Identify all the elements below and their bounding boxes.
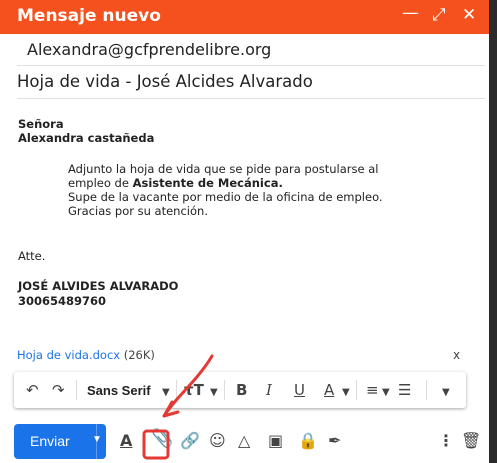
body-line-3: Supe de la vacante por medio de la ofici… bbox=[68, 190, 383, 204]
signature-phone: 30065489760 bbox=[18, 294, 107, 308]
chevron-down-icon[interactable]: ▼ bbox=[342, 384, 350, 402]
attachment-size: (26K) bbox=[123, 348, 155, 362]
compose-window: Mensaje nuevo — ⤢ ✕ Alexandra@gcfprendel… bbox=[0, 0, 489, 463]
attachment-chip[interactable]: Hoja de vida.docx (26K) bbox=[17, 348, 155, 362]
signature-icon[interactable]: ✒ bbox=[328, 432, 341, 450]
chevron-down-icon[interactable]: ▼ bbox=[162, 384, 170, 402]
chevron-down-icon[interactable]: ▼ bbox=[210, 384, 218, 402]
paperclip-icon[interactable]: 📎 bbox=[151, 430, 173, 448]
formatting-toolbar: ↶ ↷ Sans Serif ▼ τT ▼ B I U A ▼ ≡ ▼ ☰ ▼ bbox=[14, 372, 466, 408]
body-line-2-text: empleo de bbox=[68, 176, 133, 190]
emoji-icon[interactable]: ☺ bbox=[209, 432, 226, 450]
trash-icon[interactable]: 🗑 bbox=[461, 432, 481, 450]
expand-icon[interactable]: ⤢ bbox=[432, 5, 446, 25]
italic-icon[interactable]: I bbox=[266, 381, 272, 399]
toolbar-divider bbox=[76, 380, 77, 400]
minimize-icon[interactable]: — bbox=[402, 3, 419, 23]
toolbar-divider bbox=[224, 380, 225, 400]
scrollbar[interactable] bbox=[489, 0, 497, 463]
salutation-name: Alexandra castañeda bbox=[18, 131, 155, 145]
subject-field[interactable]: Hoja de vida - José Alcides Alvarado bbox=[17, 69, 485, 99]
chevron-down-icon[interactable]: ▼ bbox=[382, 384, 390, 402]
link-icon[interactable]: 🔗 bbox=[180, 432, 200, 450]
text-color-icon[interactable]: A bbox=[324, 381, 334, 399]
closing: Atte. bbox=[18, 249, 46, 263]
more-formatting-icon[interactable]: ▼ bbox=[442, 384, 450, 402]
more-options-icon[interactable]: ⋮ bbox=[438, 432, 454, 450]
toolbar-divider bbox=[176, 380, 177, 400]
body-line-1: Adjunto la hoja de vida que se pide para… bbox=[68, 162, 379, 176]
toolbar-divider bbox=[356, 380, 357, 400]
redo-icon[interactable]: ↷ bbox=[52, 381, 65, 399]
compose-bottom-bar: Enviar ▼ A 📎 🔗 ☺ △ ▣ 🔒 ✒ ⋮ 🗑 bbox=[0, 420, 489, 463]
font-size-icon[interactable]: τT bbox=[184, 381, 204, 399]
photo-icon[interactable]: ▣ bbox=[268, 432, 283, 450]
to-field[interactable]: Alexandra@gcfprendelibre.org bbox=[17, 40, 485, 66]
attachment-name[interactable]: Hoja de vida.docx bbox=[17, 348, 120, 362]
underline-icon[interactable]: U bbox=[294, 381, 305, 399]
compose-title: Mensaje nuevo bbox=[17, 6, 161, 26]
drive-icon[interactable]: △ bbox=[238, 432, 250, 450]
signature-name: JOSÉ ALVIDES ALVARADO bbox=[18, 279, 179, 293]
formatting-options-icon[interactable]: A bbox=[120, 432, 132, 450]
send-options-chevron-icon[interactable]: ▼ bbox=[92, 434, 102, 445]
body-line-2: empleo de Asistente de Mecánica. bbox=[68, 176, 283, 190]
toolbar-divider bbox=[426, 380, 427, 400]
send-label: Enviar bbox=[30, 433, 70, 449]
remove-attachment-button[interactable]: x bbox=[453, 348, 460, 362]
font-family-select[interactable]: Sans Serif bbox=[87, 383, 151, 398]
undo-icon[interactable]: ↶ bbox=[26, 381, 39, 399]
body-line-4: Gracias por su atención. bbox=[68, 204, 208, 218]
job-title-bold: Asistente de Mecánica. bbox=[132, 176, 283, 190]
close-icon[interactable]: ✕ bbox=[462, 5, 476, 25]
confidential-mode-icon[interactable]: 🔒 bbox=[298, 432, 318, 450]
numbered-list-icon[interactable]: ☰ bbox=[398, 381, 411, 399]
bold-icon[interactable]: B bbox=[236, 381, 247, 399]
compose-titlebar[interactable]: Mensaje nuevo — ⤢ ✕ bbox=[0, 0, 489, 34]
salutation-title: Señora bbox=[18, 117, 64, 131]
send-button[interactable]: Enviar ▼ bbox=[14, 424, 106, 459]
align-icon[interactable]: ≡ bbox=[366, 381, 379, 399]
